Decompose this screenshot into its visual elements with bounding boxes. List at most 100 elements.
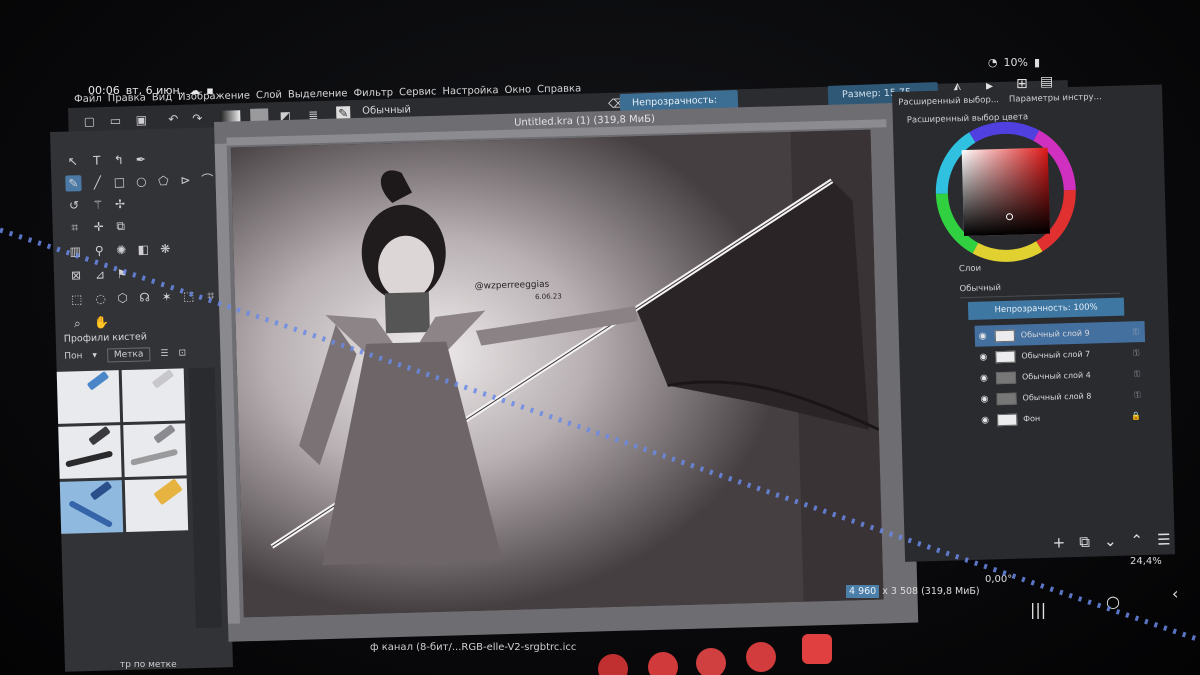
wifi-icon: ◔ bbox=[987, 56, 998, 69]
move-down-icon[interactable]: ⌄ bbox=[1104, 532, 1117, 550]
app-icon-video[interactable] bbox=[802, 634, 832, 664]
layer-blend-mode[interactable]: Обычный bbox=[959, 279, 1120, 299]
visibility-icon[interactable]: ◉ bbox=[979, 331, 989, 341]
layer-name: Обычный слой 8 bbox=[1022, 391, 1092, 403]
new-document-icon[interactable]: ▢ bbox=[82, 114, 96, 128]
document-size-rest: x 3 508 (319,8 МиБ) bbox=[882, 586, 980, 597]
reference-tool-icon[interactable]: ⚑ bbox=[114, 266, 130, 282]
pan-tool-icon[interactable]: ✋ bbox=[93, 314, 109, 330]
brush-presets-title: Профили кистей bbox=[63, 331, 148, 345]
preset-basic-brush[interactable] bbox=[59, 480, 124, 534]
undo-icon[interactable]: ↶ bbox=[166, 112, 180, 126]
bezier-tool-icon[interactable]: ⌒ bbox=[199, 171, 215, 187]
tag-filter-button[interactable]: Метка bbox=[106, 347, 151, 363]
select-tool-icon[interactable]: ↖ bbox=[65, 153, 81, 169]
layer-lock-icon[interactable]: ⚿ bbox=[1134, 390, 1146, 400]
dynamic-brush-icon[interactable]: ↺ bbox=[66, 197, 82, 213]
line-tool-icon[interactable]: ╱ bbox=[89, 174, 105, 190]
crop-tool-icon[interactable]: ⌗ bbox=[66, 219, 82, 235]
app-icon-music[interactable] bbox=[598, 654, 628, 675]
polyline-tool-icon[interactable]: ⊳ bbox=[177, 172, 193, 188]
calligraphy-icon[interactable]: ✒ bbox=[133, 151, 149, 167]
smart-patch-icon[interactable]: ✢ bbox=[112, 196, 128, 212]
similar-select-icon[interactable]: ⬚ bbox=[180, 288, 196, 304]
visibility-icon[interactable]: ◉ bbox=[980, 373, 990, 383]
app-icon-camera[interactable] bbox=[746, 642, 776, 672]
drawing-canvas[interactable]: @wzperreeggias 6.06.23 bbox=[230, 129, 884, 618]
recent-apps-icon[interactable]: ||| bbox=[1030, 600, 1046, 619]
layer-name: Фон bbox=[1023, 413, 1041, 424]
home-icon[interactable]: ○ bbox=[1106, 592, 1120, 611]
pattern-fill-icon[interactable]: ❋ bbox=[157, 241, 173, 257]
preset-pencil[interactable] bbox=[123, 423, 187, 478]
assistant-tool-icon[interactable]: ⊠ bbox=[68, 267, 84, 283]
transform-tool-icon[interactable]: ⧉ bbox=[112, 218, 128, 234]
canvas-area: Untitled.kra (1) (319,8 МиБ) @wzperreegg… bbox=[214, 102, 919, 642]
layer-menu-icon[interactable]: ☰ bbox=[1157, 530, 1171, 548]
chevron-down-icon[interactable]: ▾ bbox=[92, 351, 97, 361]
contiguous-select-icon[interactable]: ✶ bbox=[158, 289, 174, 305]
color-picker-icon[interactable]: ⚲ bbox=[91, 242, 107, 258]
brush-presets-filter-row: Пон ▾ Метка ☰ ⊡ bbox=[64, 346, 186, 363]
ellipse-tool-icon[interactable]: ○ bbox=[133, 173, 149, 189]
preset-menu-icon[interactable]: ⊡ bbox=[178, 348, 186, 358]
preset-eraser[interactable] bbox=[56, 370, 121, 424]
layer-opacity-slider[interactable]: Непрозрачность: 100% bbox=[967, 297, 1125, 320]
save-icon[interactable]: ▣ bbox=[134, 113, 148, 127]
rectangle-tool-icon[interactable]: □ bbox=[111, 174, 127, 190]
back-icon[interactable]: ‹ bbox=[1172, 584, 1178, 603]
measure-tool-icon[interactable]: ⊿ bbox=[92, 266, 108, 282]
layer-row[interactable]: ◉ Фон 🔒 bbox=[977, 405, 1148, 431]
colorize-mask-icon[interactable]: ✺ bbox=[113, 242, 129, 258]
layer-lock-icon[interactable]: ⚿ bbox=[1134, 369, 1146, 379]
visibility-icon[interactable]: ◉ bbox=[980, 394, 990, 404]
layer-thumbnail bbox=[995, 350, 1016, 363]
fill-tool-icon[interactable]: ◧ bbox=[135, 241, 151, 257]
signature-text: @wzperreeggias bbox=[475, 280, 550, 292]
add-layer-icon[interactable]: + bbox=[1052, 533, 1065, 551]
tab-tool-options[interactable]: Параметры инстру... bbox=[1009, 92, 1102, 105]
app-icon-chat[interactable] bbox=[696, 648, 726, 675]
preset-filter-select[interactable]: Пон bbox=[64, 351, 82, 362]
open-folder-icon[interactable]: ▭ bbox=[108, 113, 122, 128]
presets-scrollbar[interactable] bbox=[188, 367, 222, 629]
layer-name: Обычный слой 4 bbox=[1021, 370, 1091, 382]
document-width: 4 960 bbox=[846, 585, 880, 598]
preset-texture[interactable] bbox=[124, 478, 189, 533]
layer-thumbnail bbox=[996, 392, 1017, 405]
multibrush-icon[interactable]: ⚚ bbox=[90, 196, 106, 212]
edit-shapes-icon[interactable]: ↰ bbox=[111, 152, 127, 168]
ellipse-select-icon[interactable]: ◌ bbox=[92, 290, 108, 306]
rotation-angle[interactable]: 0,00° bbox=[985, 574, 1012, 585]
redo-icon[interactable]: ↷ bbox=[190, 111, 204, 125]
bezier-select-icon[interactable]: ⌗ bbox=[202, 287, 218, 303]
app-icon-messages[interactable] bbox=[648, 652, 678, 675]
gradient-tool-icon[interactable]: ▥ bbox=[67, 243, 83, 259]
preset-ink-pen[interactable] bbox=[58, 425, 122, 479]
rect-select-icon[interactable]: ⬚ bbox=[68, 291, 84, 307]
list-view-icon[interactable]: ☰ bbox=[160, 349, 168, 359]
layer-lock-icon[interactable]: ⚿ bbox=[1133, 327, 1145, 337]
zoom-tool-icon[interactable]: ⌕ bbox=[69, 315, 85, 331]
color-wheel[interactable] bbox=[931, 117, 1081, 267]
layer-lock-icon[interactable]: ⚿ bbox=[1133, 348, 1145, 358]
brush-presets-grid bbox=[56, 368, 189, 534]
freehand-brush-icon[interactable]: ✎ bbox=[65, 175, 82, 192]
text-tool-icon[interactable]: T bbox=[89, 152, 105, 168]
freehand-select-icon[interactable]: ☊ bbox=[136, 289, 152, 305]
artwork: @wzperreeggias 6.06.23 bbox=[230, 129, 884, 618]
polygon-tool-icon[interactable]: ⬠ bbox=[155, 173, 171, 189]
visibility-icon[interactable]: ◉ bbox=[979, 352, 989, 362]
move-up-icon[interactable]: ⌃ bbox=[1130, 531, 1143, 549]
preset-airbrush[interactable] bbox=[121, 368, 186, 423]
visibility-icon[interactable]: ◉ bbox=[981, 415, 991, 425]
polygon-select-icon[interactable]: ⬡ bbox=[114, 290, 130, 306]
layer-lock-icon[interactable]: 🔒 bbox=[1131, 411, 1147, 420]
blend-mode-select[interactable]: Обычный bbox=[362, 104, 411, 116]
move-tool-icon[interactable]: ✛ bbox=[90, 218, 106, 234]
tab-advanced-color[interactable]: Расширенный выбор... bbox=[898, 95, 999, 108]
layer-thumbnail bbox=[995, 371, 1017, 384]
right-docker: Расширенный выбор... Параметры инстру...… bbox=[892, 84, 1176, 562]
duplicate-layer-icon[interactable]: ⧉ bbox=[1079, 533, 1090, 551]
zoom-level[interactable]: 24,4% bbox=[1130, 556, 1162, 567]
